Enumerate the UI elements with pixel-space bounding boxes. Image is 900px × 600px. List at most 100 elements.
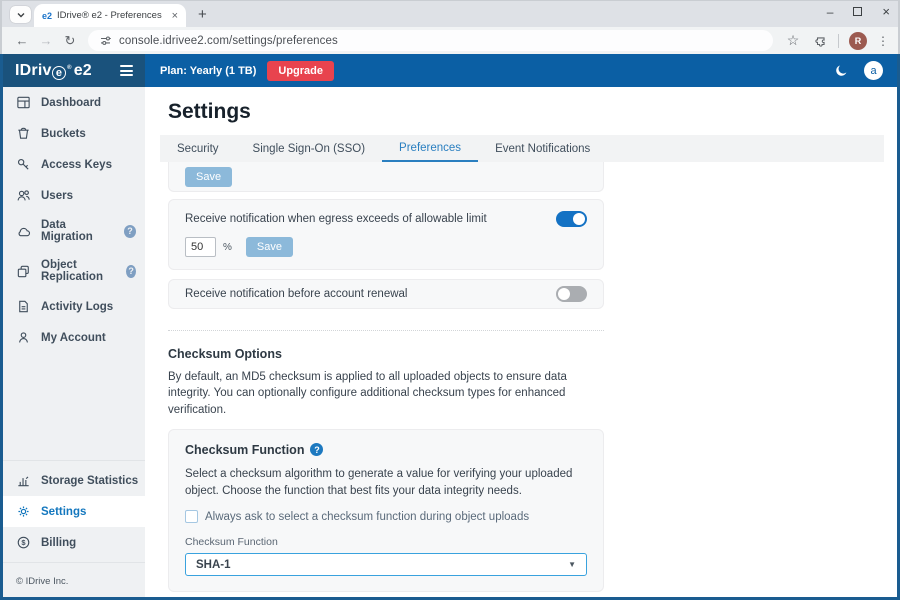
- sidebar-item-label: Users: [41, 190, 73, 202]
- dashboard-icon: [16, 95, 31, 110]
- window-controls: – ×: [827, 4, 890, 19]
- help-icon[interactable]: ?: [310, 443, 323, 456]
- renewal-toggle[interactable]: [556, 286, 587, 302]
- forward-button[interactable]: →: [35, 33, 57, 48]
- sidebar-bottom-group: Storage Statistics Settings $ Billing © …: [3, 460, 145, 597]
- logo-e-circle: e: [52, 66, 66, 80]
- sidebar-item-label: Dashboard: [41, 97, 101, 109]
- sidebar-item-label: Settings: [41, 506, 86, 518]
- maximize-button[interactable]: [853, 7, 862, 16]
- save-button-partial[interactable]: Save: [185, 167, 232, 187]
- always-ask-checkbox[interactable]: [185, 510, 198, 523]
- main-content: Settings Security Single Sign-On (SSO) P…: [145, 87, 897, 597]
- egress-notification-label: Receive notification when egress exceeds…: [185, 213, 487, 225]
- cloud-migration-icon: [16, 224, 31, 239]
- sidebar: Dashboard Buckets Access Keys Users Data…: [3, 87, 145, 597]
- egress-percent-input[interactable]: [185, 237, 216, 257]
- logo-text-2: e2: [74, 62, 92, 80]
- tab-preferences[interactable]: Preferences: [382, 135, 478, 162]
- save-button-egress[interactable]: Save: [246, 237, 293, 257]
- toolbar-divider: [838, 34, 839, 48]
- account-avatar[interactable]: a: [864, 61, 883, 80]
- browser-toolbar: ← → ↻ console.idrivee2.com/settings/pref…: [2, 27, 898, 55]
- sidebar-item-label: My Account: [41, 332, 106, 344]
- toggle-knob: [558, 288, 570, 300]
- replication-copy-icon: [16, 264, 31, 279]
- hamburger-menu-icon[interactable]: [120, 65, 133, 76]
- address-bar[interactable]: console.idrivee2.com/settings/preference…: [88, 30, 773, 51]
- sidebar-item-billing[interactable]: $ Billing: [3, 527, 145, 558]
- sidebar-item-access-keys[interactable]: Access Keys: [3, 149, 145, 180]
- preferences-content: Save Receive notification when egress ex…: [168, 162, 604, 597]
- bookmark-star-icon[interactable]: ☆: [782, 32, 804, 49]
- upgrade-button[interactable]: Upgrade: [267, 61, 334, 81]
- dark-mode-moon-icon[interactable]: [834, 63, 849, 78]
- checksum-function-description: Select a checksum algorithm to generate …: [185, 466, 587, 499]
- url-text[interactable]: console.idrivee2.com/settings/preference…: [119, 35, 338, 47]
- app-navbar: IDrive®e2 Plan: Yearly (1 TB) Upgrade a: [3, 54, 897, 87]
- checksum-function-heading: Checksum Function: [185, 443, 304, 457]
- tab-close-icon[interactable]: ×: [172, 10, 178, 22]
- sidebar-item-users[interactable]: Users: [3, 180, 145, 211]
- sidebar-item-buckets[interactable]: Buckets: [3, 118, 145, 149]
- site-favicon: e2: [42, 11, 52, 21]
- sidebar-item-my-account[interactable]: My Account: [3, 322, 145, 353]
- sidebar-item-label: Storage Statistics: [41, 475, 138, 487]
- checksum-function-select[interactable]: SHA-1 ▼: [185, 553, 587, 576]
- bar-chart-icon: [16, 473, 31, 488]
- renewal-notification-card: Receive notification before account rene…: [168, 279, 604, 309]
- settings-tab-bar: Security Single Sign-On (SSO) Preference…: [160, 135, 884, 162]
- extensions-icon[interactable]: [814, 34, 828, 48]
- users-icon: [16, 188, 31, 203]
- sidebar-item-activity-logs[interactable]: Activity Logs: [3, 291, 145, 322]
- checksum-function-card: Checksum Function ? Select a checksum al…: [168, 429, 604, 592]
- browser-menu-icon[interactable]: ⋮: [877, 34, 889, 48]
- person-icon: [16, 330, 31, 345]
- chevron-down-icon: ▼: [568, 560, 576, 569]
- plan-label: Plan: Yearly (1 TB): [160, 65, 256, 77]
- page-title: Settings: [168, 100, 897, 124]
- gear-icon: [16, 504, 31, 519]
- new-tab-button[interactable]: +: [198, 6, 207, 23]
- sidebar-item-object-replication[interactable]: Object Replication ?: [3, 251, 145, 291]
- percent-unit-label: %: [223, 242, 232, 253]
- logo-registered-mark: ®: [67, 65, 72, 71]
- tab-search-button[interactable]: [10, 6, 31, 23]
- tab-security[interactable]: Security: [160, 135, 236, 162]
- app-body: Dashboard Buckets Access Keys Users Data…: [3, 87, 897, 597]
- reload-button[interactable]: ↻: [59, 33, 81, 49]
- chevron-down-icon: [16, 10, 26, 20]
- back-button[interactable]: ←: [11, 33, 33, 48]
- checksum-selected-value: SHA-1: [196, 559, 231, 571]
- egress-toggle[interactable]: [556, 211, 587, 227]
- window-close-button[interactable]: ×: [882, 4, 890, 19]
- navbar-right: a: [834, 61, 897, 80]
- sidebar-item-dashboard[interactable]: Dashboard: [3, 87, 145, 118]
- always-ask-checkbox-row: Always ask to select a checksum function…: [185, 510, 587, 523]
- sidebar-item-settings[interactable]: Settings: [3, 496, 145, 527]
- tab-title: IDrive® e2 - Preferences: [57, 10, 167, 21]
- section-divider: [168, 330, 604, 331]
- browser-tab-active[interactable]: e2 IDrive® e2 - Preferences ×: [34, 4, 186, 27]
- sidebar-item-storage-statistics[interactable]: Storage Statistics: [3, 465, 145, 496]
- idrive-e2-logo: IDrive®e2: [15, 62, 92, 80]
- help-icon[interactable]: ?: [124, 225, 136, 238]
- tab-event-notifications[interactable]: Event Notifications: [478, 135, 607, 162]
- toolbar-right-icons: ☆ R ⋮: [780, 32, 889, 50]
- browser-profile-avatar[interactable]: R: [849, 32, 867, 50]
- renewal-notification-label: Receive notification before account rene…: [185, 288, 407, 300]
- minimize-button[interactable]: –: [827, 5, 834, 19]
- checksum-select-label: Checksum Function: [185, 536, 587, 548]
- checksum-options-heading: Checksum Options: [168, 347, 604, 361]
- activity-logs-icon: [16, 299, 31, 314]
- brand-area: IDrive®e2: [3, 54, 145, 87]
- tab-single-sign-on[interactable]: Single Sign-On (SSO): [236, 135, 383, 162]
- browser-window: e2 IDrive® e2 - Preferences × + – × ← → …: [0, 0, 900, 600]
- copyright-text: © IDrive Inc.: [3, 562, 145, 597]
- help-icon[interactable]: ?: [126, 265, 136, 278]
- tab-strip: e2 IDrive® e2 - Preferences × + – ×: [2, 1, 898, 27]
- browser-chrome: e2 IDrive® e2 - Preferences × + – × ← → …: [0, 0, 900, 54]
- checksum-options-description: By default, an MD5 checksum is applied t…: [168, 369, 604, 418]
- sidebar-item-data-migration[interactable]: Data Migration ?: [3, 211, 145, 251]
- sidebar-item-label: Activity Logs: [41, 301, 113, 313]
